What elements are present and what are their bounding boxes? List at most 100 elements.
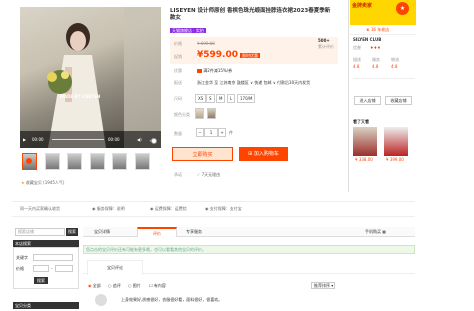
image-watermark: MADE BY LISEYEN — [60, 94, 101, 99]
qty-decrease-button[interactable]: − — [196, 128, 204, 137]
tab-reviews[interactable]: 评价 — [137, 227, 177, 237]
filter-all[interactable]: ◉ 全部 — [88, 283, 101, 288]
price-min-input[interactable] — [33, 265, 49, 272]
buy-now-button[interactable]: 立即购买 — [172, 147, 233, 161]
shop-search-button[interactable]: 搜索 — [66, 228, 78, 236]
stat-label: 物流 — [391, 57, 399, 62]
medal-icon: ★ — [396, 2, 409, 15]
add-cart-label: 加入购物车 — [253, 151, 279, 157]
qty-increase-button[interactable]: + — [218, 128, 226, 137]
tab-services[interactable]: 专享服务 — [186, 229, 202, 234]
mobile-buy-label: 手机购买 — [365, 229, 381, 234]
favorite-shop-button[interactable]: 收藏店铺 — [385, 96, 412, 105]
price-box — [170, 37, 338, 64]
thumbnail[interactable] — [45, 153, 60, 170]
recommend-item-image[interactable] — [384, 127, 408, 156]
review-subtab[interactable]: 宝贝评论 — [87, 260, 143, 275]
check-icon: ◉ — [205, 206, 209, 211]
range-dash: - — [51, 266, 53, 271]
sidebar-search-button[interactable]: 搜索 — [34, 277, 48, 284]
thumbnail[interactable] — [112, 153, 127, 170]
favorite-label: 收藏宝贝 (1945人气) — [25, 180, 65, 185]
price-label: 价格 — [174, 41, 182, 46]
coupon-value: 满2件减15%/券 — [203, 68, 233, 73]
photo-figure — [47, 7, 161, 148]
color-option[interactable] — [207, 108, 216, 119]
thumbnail[interactable] — [135, 153, 150, 170]
play-icon[interactable]: ▶ — [23, 137, 26, 142]
star-icon: ★ — [21, 180, 25, 185]
check-icon: ◉ — [92, 206, 96, 211]
review-count-label: 累计评价 — [318, 44, 334, 49]
divider — [12, 216, 415, 217]
filter-followup[interactable]: ○ 追评 — [108, 283, 121, 288]
qty-label: 数量 — [174, 131, 182, 136]
coupon-text[interactable]: 满2件减15%/券 — [197, 68, 232, 73]
promo-price: ¥599.00 — [197, 50, 238, 60]
shop-search-input[interactable]: 搜索店铺 — [15, 228, 65, 236]
shop-name[interactable]: SILYEN CLUB — [353, 37, 381, 42]
guarantee-label: 服务保障：说明 — [96, 206, 125, 211]
filter-images[interactable]: ○ 图片 — [128, 283, 141, 288]
filter-content[interactable]: ☐ 有内容 — [149, 283, 166, 288]
thumbnail[interactable] — [90, 153, 105, 170]
size-option[interactable]: L — [227, 94, 236, 103]
tab-details[interactable]: 宝贝详情 — [94, 229, 110, 234]
price-max-input[interactable] — [55, 265, 73, 272]
size-option[interactable]: M — [216, 94, 226, 103]
close-video-icon[interactable] — [151, 138, 157, 144]
filter-label: 追评 — [112, 283, 121, 288]
thumbnail[interactable] — [67, 153, 82, 170]
filter-label: 全部 — [92, 283, 101, 288]
service-value: 7天无理由 — [201, 172, 221, 177]
size-option[interactable]: S — [206, 94, 215, 103]
divider — [350, 34, 416, 35]
coupon-icon — [197, 69, 202, 73]
stat-label: 描述 — [353, 57, 361, 62]
thumbnail[interactable] — [22, 153, 37, 170]
promo-label: 促销 — [174, 54, 182, 59]
keyword-input[interactable] — [33, 254, 73, 261]
stat-value: 4.8 — [391, 64, 398, 69]
service-label: 承诺 — [174, 172, 182, 177]
delivery-label: 配送 — [174, 80, 182, 85]
volume-icon[interactable]: ◀) — [137, 137, 142, 142]
mobile-buy-link[interactable]: 手机购买 ▦ — [365, 229, 386, 234]
size-option[interactable]: XS — [195, 94, 207, 103]
delivery-text[interactable]: 浙江金华 至 江苏南京 鼓楼区 ∨ 快递 包邮 ∨ 付款后30天内发货 — [197, 80, 310, 85]
product-title: LISEYEN 设计师原创 香槟色珠光缎面挂脖连衣裙2023春夏季新 款女 — [170, 8, 342, 22]
avatar — [95, 294, 107, 306]
promo-tag: 限时优惠 — [240, 53, 260, 58]
enter-shop-button[interactable]: 进入店铺 — [354, 96, 381, 105]
color-label: 颜色分类 — [174, 112, 190, 117]
filter-label: 图片 — [132, 283, 141, 288]
sort-select[interactable]: 推荐排序 ▾ — [311, 282, 335, 289]
shop-card-border — [348, 0, 349, 192]
video-time: 00:00 — [32, 137, 44, 142]
filter-label: 有内容 — [153, 283, 166, 288]
qr-icon: ▦ — [382, 229, 387, 234]
review-text: 上身效果好,质感很好，衣服很好看，面料很好，很喜欢。 — [121, 297, 223, 302]
guarantee-item: ◉ 服务保障：说明 — [92, 206, 125, 211]
qty-input[interactable]: 1 — [204, 128, 218, 137]
divider — [12, 201, 415, 202]
gold-seller-title: 金牌卖家 — [352, 3, 373, 9]
check-icon: ◉ — [150, 206, 154, 211]
size-option[interactable]: 170/M — [237, 94, 256, 103]
product-main-image[interactable]: MADE BY LISEYEN ▶ 00:00 00:00 ◀) ⤢ — [20, 7, 161, 148]
shop-age: ♛ 16 年老店 — [366, 27, 389, 32]
add-to-cart-button[interactable]: ⊞ 加入购物车 — [239, 147, 288, 161]
service-text[interactable]: ✓ 7天无理由 — [197, 172, 220, 177]
favorite-link[interactable]: ★ 收藏宝贝 (1945人气) — [21, 180, 64, 185]
cart-icon: ⊞ — [248, 151, 253, 157]
size-label: 尺码 — [174, 96, 182, 101]
review-count[interactable]: 500+ — [318, 38, 330, 43]
chevron-down-icon: ▾ — [331, 283, 334, 288]
guarantee-item: ◉ 支付保障：支付宝 — [205, 206, 242, 211]
color-option[interactable] — [195, 108, 204, 119]
radio-icon: ○ — [128, 283, 132, 288]
keyword-label: 关键字 — [16, 255, 28, 260]
recommend-item-image[interactable] — [353, 127, 377, 156]
video-progress-bar[interactable] — [52, 139, 104, 140]
video-duration: 00:00 — [108, 137, 120, 142]
